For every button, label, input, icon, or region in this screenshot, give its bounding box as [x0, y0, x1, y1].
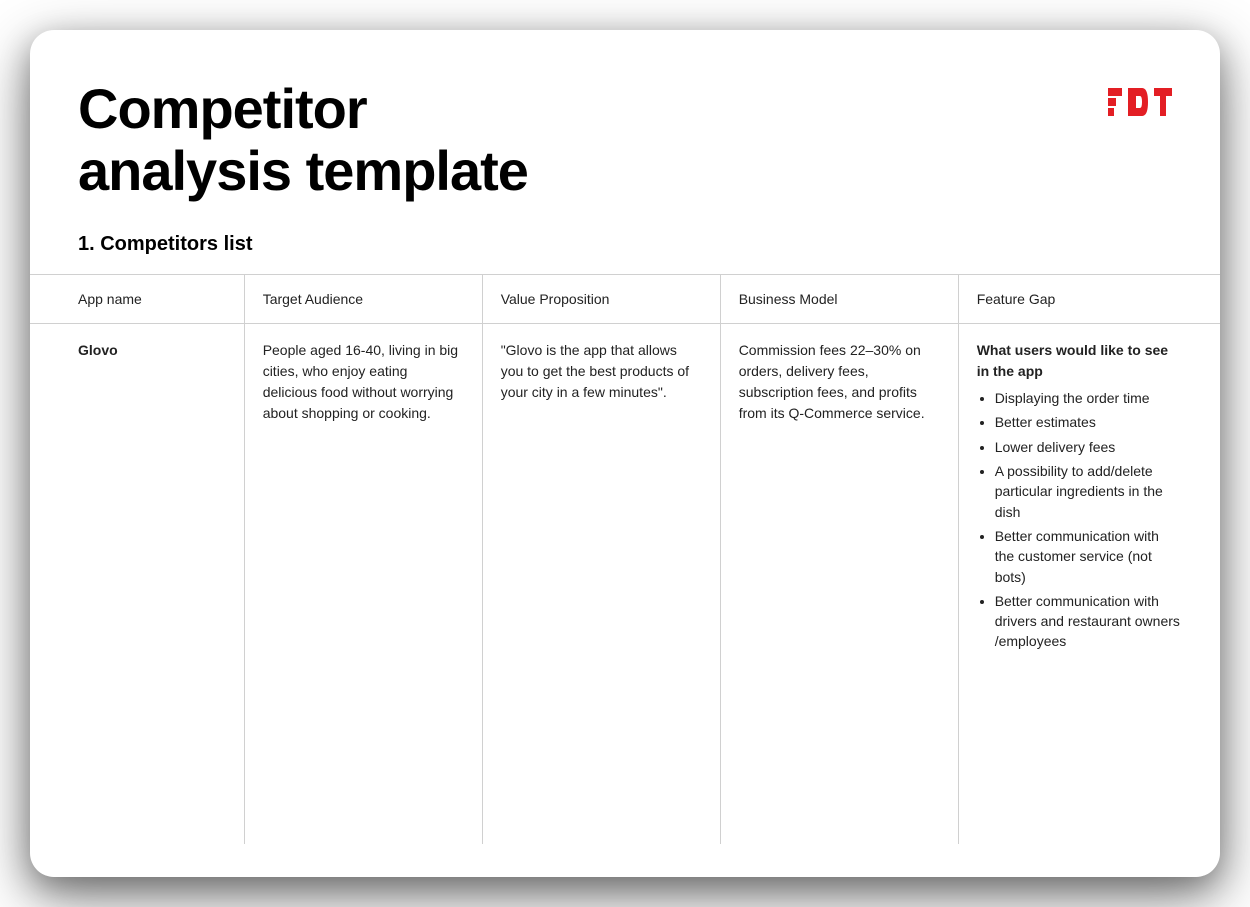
col-header-app-name: App name: [30, 275, 244, 324]
table-header-row: App name Target Audience Value Propositi…: [30, 275, 1220, 324]
list-item: Better estimates: [995, 412, 1180, 432]
title-line1: Competitor: [78, 77, 367, 140]
page-title: Competitor analysis template: [78, 78, 528, 201]
cell-business-model: Commission fees 22–30% on orders, delive…: [720, 324, 958, 844]
list-item: Better communication with drivers and re…: [995, 591, 1180, 652]
cell-target-audience: People aged 16-40, living in big cities,…: [244, 324, 482, 844]
title-line2: analysis template: [78, 139, 528, 202]
competitors-table: App name Target Audience Value Propositi…: [30, 275, 1220, 844]
app-name-text: Glovo: [78, 342, 118, 358]
section-title: 1. Competitors list: [30, 233, 1220, 256]
col-header-target-audience: Target Audience: [244, 275, 482, 324]
list-item: Displaying the order time: [995, 388, 1180, 408]
cell-app-name: Glovo: [30, 324, 244, 844]
header-row: Competitor analysis template: [30, 78, 1220, 201]
col-header-value-proposition: Value Proposition: [482, 275, 720, 324]
col-header-business-model: Business Model: [720, 275, 958, 324]
cell-value-proposition: "Glovo is the app that allows you to get…: [482, 324, 720, 844]
table-wrapper: App name Target Audience Value Propositi…: [30, 274, 1220, 844]
cell-feature-gap: What users would like to see in the app …: [958, 324, 1220, 844]
document-card: Competitor analysis template 1.: [30, 30, 1220, 877]
table-row: Glovo People aged 16-40, living in big c…: [30, 324, 1220, 844]
feature-gap-title: What users would like to see in the app: [977, 340, 1180, 382]
brand-logo: [1108, 88, 1172, 121]
col-header-feature-gap: Feature Gap: [958, 275, 1220, 324]
list-item: Better communication with the customer s…: [995, 526, 1180, 587]
list-item: Lower delivery fees: [995, 437, 1180, 457]
feature-gap-list: Displaying the order time Better estimat…: [977, 388, 1180, 652]
list-item: A possibility to add/delete particular i…: [995, 461, 1180, 522]
